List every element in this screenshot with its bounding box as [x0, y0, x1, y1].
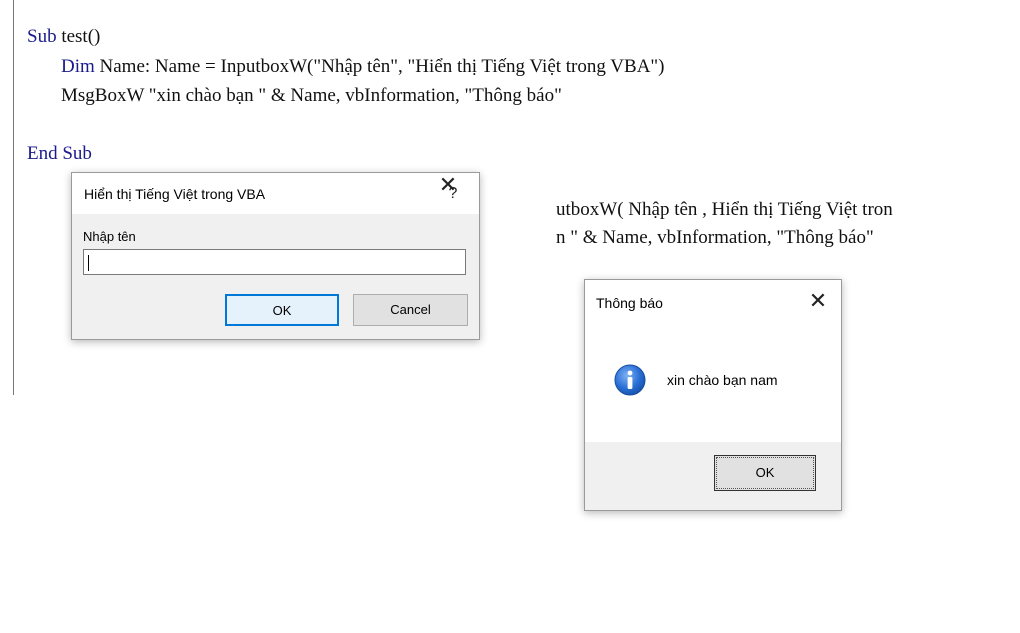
background-code-line-2: n " & Name, vbInformation, "Thông báo"	[556, 227, 874, 248]
inputbox-close-button[interactable]: ✕	[431, 171, 465, 199]
code-line-msgbox: MsgBoxW "xin chào bạn " & Name, vbInform…	[61, 85, 562, 106]
msgbox-dialog: Thông báo ✕ xin chào bạn nam OK	[584, 279, 842, 511]
keyword-sub: Sub	[27, 26, 57, 47]
code-line-end-sub: End Sub	[27, 143, 92, 164]
msgbox-title: Thông báo	[596, 295, 663, 311]
inputbox-cancel-button[interactable]: Cancel	[353, 294, 468, 326]
dim-statement: Name: Name = InputboxW("Nhập tên", "Hiển…	[94, 56, 665, 77]
close-icon: ✕	[808, 288, 828, 313]
background-code-line-1: utboxW( Nhập tên , Hiển thị Tiếng Việt t…	[556, 199, 893, 220]
inputbox-ok-button[interactable]: OK	[225, 294, 339, 326]
inputbox-title: Hiển thị Tiếng Việt trong VBA	[84, 186, 266, 202]
code-line-dim: Dim Name: Name = InputboxW("Nhập tên", "…	[61, 56, 665, 78]
information-icon	[614, 364, 646, 396]
ok-button-label: OK	[716, 457, 814, 489]
msgbox-ok-button[interactable]: OK	[714, 455, 816, 491]
sub-name: test()	[56, 26, 101, 47]
keyword-dim: Dim	[61, 56, 95, 77]
inputbox-dialog: Hiển thị Tiếng Việt trong VBA ? ✕ Nhập t…	[71, 172, 480, 340]
editor-margin-line	[13, 0, 14, 395]
text-caret	[88, 255, 89, 271]
inputbox-titlebar[interactable]: Hiển thị Tiếng Việt trong VBA ? ✕	[72, 171, 479, 214]
msgbox-message: xin chào bạn nam	[667, 372, 778, 388]
close-icon: ✕	[438, 172, 458, 197]
code-line-sub: Sub test()	[27, 26, 100, 48]
msgbox-close-button[interactable]: ✕	[801, 287, 835, 315]
name-input[interactable]	[83, 249, 466, 275]
inputbox-prompt: Nhập tên	[83, 229, 136, 244]
